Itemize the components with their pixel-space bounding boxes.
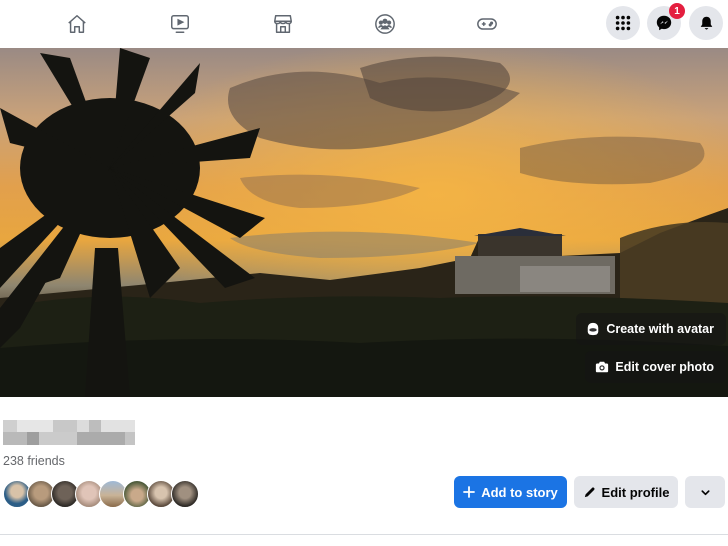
section-divider (0, 534, 728, 535)
pencil-icon (584, 486, 595, 497)
gaming-icon[interactable] (475, 12, 499, 36)
edit-cover-photo-label: Edit cover photo (615, 360, 714, 374)
home-icon[interactable] (65, 12, 89, 36)
friend-avatar[interactable] (171, 480, 199, 508)
create-with-avatar-button[interactable]: Create with avatar (576, 313, 726, 345)
bell-icon (700, 16, 712, 30)
messenger-badge: 1 (669, 3, 685, 19)
avatar-icon (588, 322, 599, 336)
marketplace-icon[interactable] (271, 12, 295, 36)
messenger-icon (656, 15, 672, 31)
camera-icon (596, 361, 609, 373)
create-with-avatar-label: Create with avatar (606, 322, 714, 336)
plus-icon (463, 486, 476, 498)
add-to-story-button[interactable]: Add to story (454, 476, 567, 508)
grid-menu-icon (615, 15, 631, 31)
edit-profile-button[interactable]: Edit profile (574, 476, 678, 508)
profile-name-redacted (3, 420, 135, 445)
menu-button[interactable] (606, 6, 640, 40)
add-to-story-label: Add to story (481, 484, 558, 500)
more-options-button[interactable] (685, 476, 725, 508)
edit-profile-label: Edit profile (601, 484, 670, 500)
cover-photo[interactable]: Create with avatar Edit cover photo (0, 48, 728, 397)
notifications-button[interactable] (689, 6, 723, 40)
friends-count[interactable]: 238 friends (3, 454, 65, 468)
friend-avatars (3, 480, 199, 508)
chevron-down-icon (700, 489, 710, 495)
top-navigation-bar: 1 (0, 0, 728, 48)
watch-icon[interactable] (168, 12, 192, 36)
messenger-button[interactable]: 1 (647, 3, 685, 40)
groups-icon[interactable] (373, 12, 397, 36)
edit-cover-photo-button[interactable]: Edit cover photo (585, 351, 726, 383)
